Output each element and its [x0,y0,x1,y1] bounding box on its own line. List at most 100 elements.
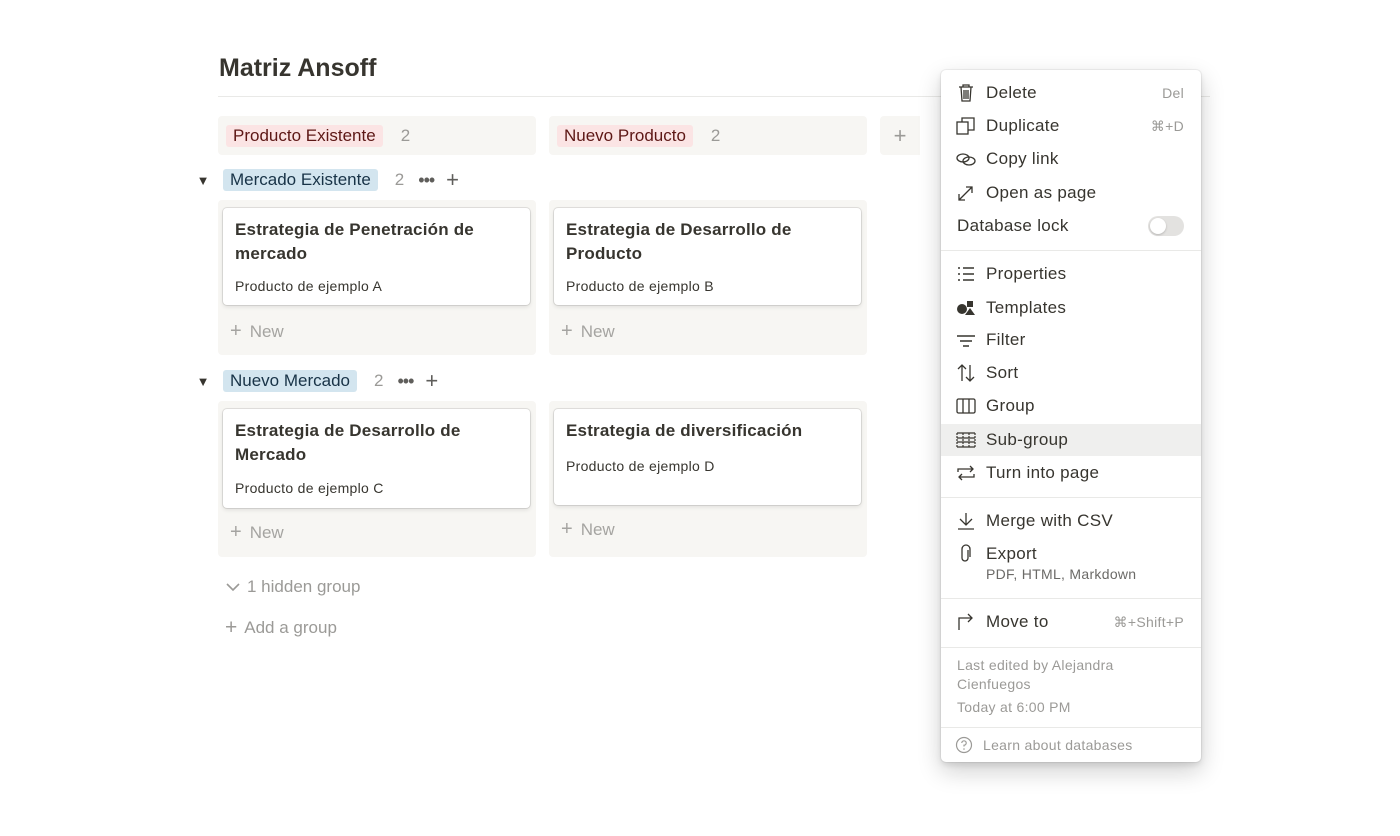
filter-icon [955,330,977,350]
new-card-button[interactable]: + New [230,521,284,544]
shapes-icon [955,298,977,318]
plus-icon: + [561,320,573,342]
column-tag: Producto Existente [226,124,383,147]
menu-label: Merge with CSV [986,511,1114,530]
new-card-button[interactable]: + New [230,320,284,343]
board-card[interactable]: Estrategia de Penetración de mercado Pro… [223,208,530,305]
menu-label: Move to [986,612,1049,631]
help-icon [955,736,973,754]
last-edited-name: Cienfuegos [957,676,1031,692]
menu-item-open-as-page[interactable]: Open as page [941,177,1201,209]
menu-label: Sub-group [986,430,1069,449]
board-card[interactable]: Estrategia de Desarrollo de Producto Pro… [554,208,861,305]
menu-label: Open as page [986,183,1097,202]
list-icon [955,264,977,284]
add-card-icon[interactable]: + [425,370,438,392]
card-title: Estrategia de Penetración de mercado [235,220,474,263]
menu-divider [941,647,1201,648]
menu-label: Templates [986,298,1067,317]
shortcut: ⌘+Shift+P [1113,613,1184,630]
menu-label: Export [986,544,1037,563]
menu-label: Duplicate [986,116,1060,135]
menu-item-move-to[interactable]: Move to ⌘+Shift+P [941,606,1201,638]
last-edited-by: Last edited by Alejandra [957,657,1114,673]
menu-item-delete[interactable]: Delete Del [941,77,1201,109]
menu-item-turn-into-page[interactable]: Turn into page [941,457,1201,489]
columns-icon [955,396,977,416]
trash-icon [955,83,977,103]
last-edited-time: Today at 6:00 PM [957,699,1071,715]
move-arrow-icon [955,612,977,632]
convert-icon [955,463,977,483]
menu-item-templates[interactable]: Templates [941,292,1201,324]
chevron-down-icon [225,579,241,595]
add-card-icon[interactable]: + [446,169,459,191]
add-column-button[interactable]: + [880,116,920,155]
menu-item-properties[interactable]: Properties [941,258,1201,290]
caret-down-icon[interactable]: ▼ [195,173,211,188]
plus-icon: + [230,320,242,342]
column-tag: Nuevo Producto [557,124,693,147]
add-group-button[interactable]: + Add a group [225,616,337,640]
menu-item-duplicate[interactable]: Duplicate ⌘+D [941,110,1201,142]
card-property: Producto de ejemplo C [235,480,384,496]
group-count: 2 [394,170,405,189]
menu-label: Sort [986,363,1019,382]
menu-divider [941,250,1201,251]
plus-icon: + [561,518,573,540]
card-title: Estrategia de Desarrollo de Mercado [235,421,461,464]
export-formats: PDF, HTML, Markdown [986,566,1137,582]
learn-about-databases-link[interactable]: Learn about databases [941,728,1201,761]
board-card[interactable]: Estrategia de Desarrollo de Mercado Prod… [223,409,530,508]
database-lock-toggle[interactable] [1148,216,1184,236]
menu-label: Database lock [957,216,1069,235]
more-icon[interactable]: ••• [418,170,435,191]
plus-icon: + [893,122,907,148]
column-header-nuevo-producto[interactable]: Nuevo Producto 2 [549,116,867,155]
shortcut: ⌘+D [1150,117,1184,134]
hidden-group-label: 1 hidden group [247,577,361,596]
board-card[interactable]: Estrategia de diversificación Producto d… [554,409,861,505]
new-label: New [580,519,615,539]
page-title: Matriz Ansoff [219,54,377,82]
shortcut: Del [1162,85,1184,101]
add-group-label: Add a group [244,618,337,637]
group-header-nuevo-mercado[interactable]: ▼ Nuevo Mercado 2 ••• + [195,369,438,393]
card-property: Producto de ejemplo B [566,278,714,294]
menu-label: Group [986,396,1035,415]
hidden-group-toggle[interactable]: 1 hidden group [225,577,360,597]
menu-item-sort[interactable]: Sort [941,357,1201,389]
group-header-mercado-existente[interactable]: ▼ Mercado Existente 2 ••• + [195,168,459,192]
menu-item-merge-csv[interactable]: Merge with CSV [941,505,1201,537]
new-card-button[interactable]: + New [561,320,615,343]
link-icon [955,149,977,169]
card-property: Producto de ejemplo D [566,458,715,474]
new-label: New [249,321,284,341]
column-header-producto-existente[interactable]: Producto Existente 2 [218,116,536,155]
group-tag: Mercado Existente [223,169,378,191]
menu-divider [941,497,1201,498]
new-card-button[interactable]: + New [561,518,615,541]
menu-label: Delete [986,83,1037,102]
card-property: Producto de ejemplo A [235,278,383,294]
card-title: Estrategia de Desarrollo de Producto [566,220,792,263]
menu-divider [941,598,1201,599]
menu-label: Filter [986,330,1026,349]
menu-item-filter[interactable]: Filter [941,324,1201,356]
menu-label: Copy link [986,149,1059,168]
menu-label: Turn into page [986,463,1100,482]
menu-item-copy-link[interactable]: Copy link [941,143,1201,175]
menu-item-sub-group[interactable]: Sub-group [941,424,1201,456]
group-count: 2 [374,371,384,390]
card-title: Estrategia de diversificación [566,421,803,440]
plus-icon: + [230,521,242,543]
more-icon[interactable]: ••• [397,371,414,392]
plus-icon: + [225,616,238,639]
new-label: New [249,522,284,542]
sub-group-icon [955,430,977,450]
caret-down-icon[interactable]: ▼ [195,374,211,389]
column-count: 2 [710,125,721,145]
menu-item-group[interactable]: Group [941,390,1201,422]
expand-icon [955,183,977,203]
paperclip-icon [955,544,977,564]
